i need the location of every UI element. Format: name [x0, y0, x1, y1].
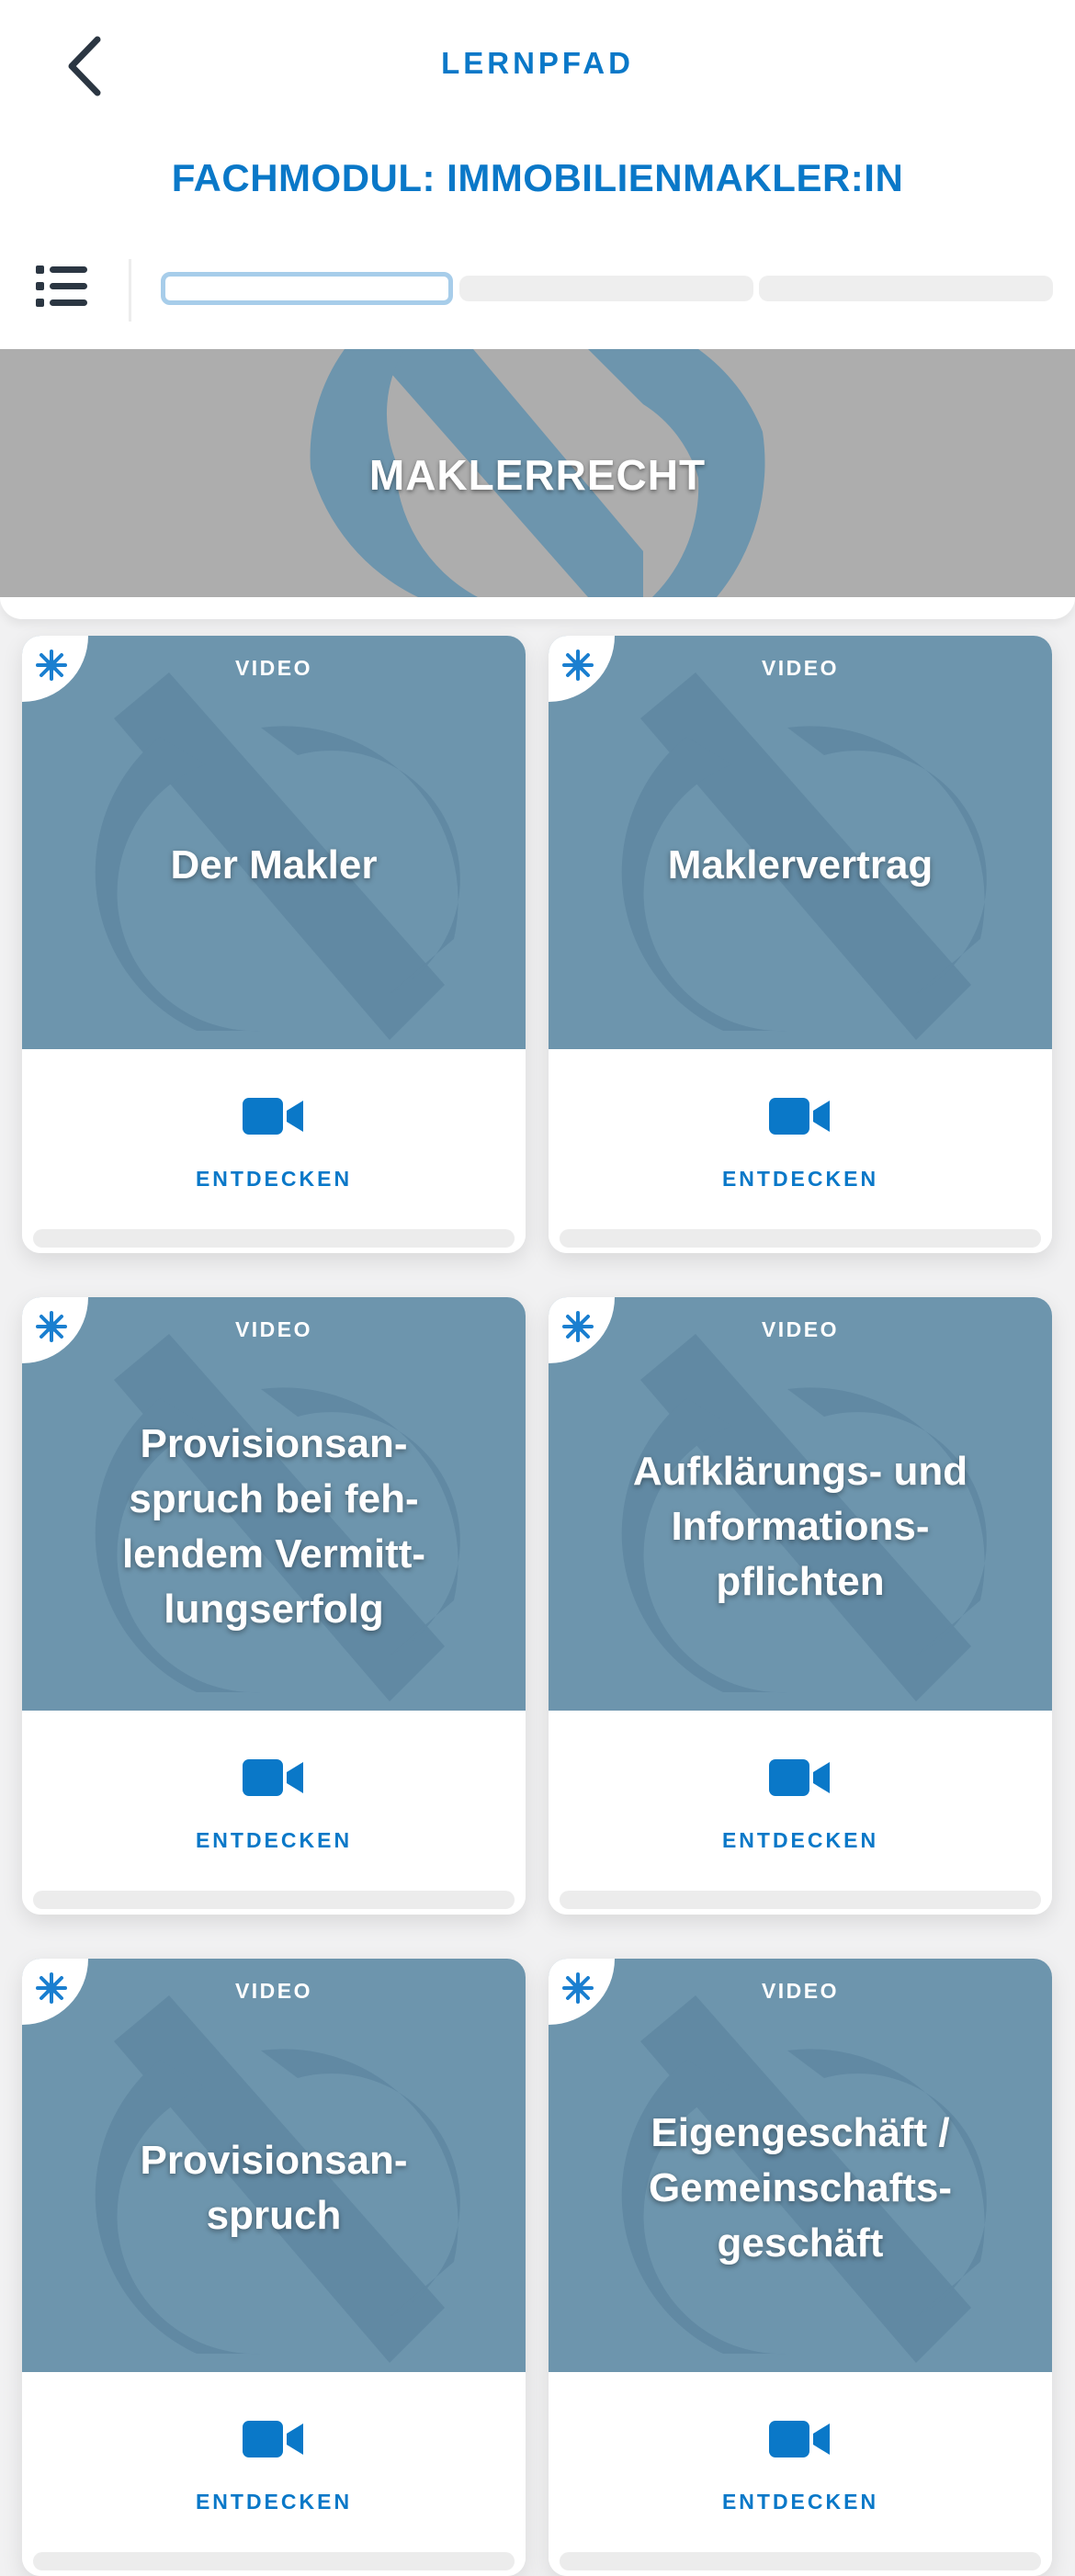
toolbar-divider	[129, 259, 131, 322]
discover-button[interactable]: ENTDECKEN	[549, 2490, 1052, 2514]
section-header-shadow	[0, 597, 1075, 619]
progress-segment-1[interactable]	[161, 272, 453, 305]
card-footer: ENTDECKEN	[22, 1711, 526, 1915]
discover-button[interactable]: ENTDECKEN	[22, 1828, 526, 1853]
card-title: Eigengeschäft / Gemeinschafts- geschäft	[648, 2110, 953, 2265]
card-progress-bar	[560, 1229, 1041, 1248]
video-card[interactable]: VIDEO Aufklärungs- und Informations- pfl…	[549, 1297, 1052, 1915]
card-cover: VIDEO Der Makler	[22, 636, 526, 1049]
video-camera-icon	[243, 1098, 303, 1135]
discover-button[interactable]: ENTDECKEN	[22, 1167, 526, 1192]
section-header: MAKLERRECHT	[0, 349, 1075, 597]
discover-button[interactable]: ENTDECKEN	[549, 1828, 1052, 1853]
card-type-badge: VIDEO	[761, 1979, 840, 2003]
section-title: MAKLERRECHT	[368, 451, 707, 499]
card-title: Der Makler	[170, 842, 378, 887]
card-cover: VIDEO Eigengeschäft / Gemeinschafts- ges…	[549, 1959, 1052, 2372]
card-progress-bar	[33, 1229, 515, 1248]
card-footer: ENTDECKEN	[22, 2372, 526, 2576]
card-progress-bar	[33, 2552, 515, 2570]
card-progress-bar	[33, 1891, 515, 1909]
module-title: FACHMODUL: IMMOBILIENMAKLER:IN	[171, 156, 904, 199]
video-card[interactable]: VIDEO Eigengeschäft / Gemeinschafts- ges…	[549, 1959, 1052, 2576]
video-card[interactable]: VIDEO Provisionsan- spruch ENTDECKEN	[22, 1959, 526, 2576]
card-cover: VIDEO Maklervertrag	[549, 636, 1052, 1049]
card-type-badge: VIDEO	[234, 1979, 313, 2003]
video-camera-icon	[769, 1759, 830, 1796]
card-title: Provisionsan- spruch bei feh- lendem Ver…	[121, 1421, 426, 1632]
video-card[interactable]: VIDEO Der Makler ENTDECKEN	[22, 636, 526, 1253]
video-card[interactable]: VIDEO Maklervertrag ENTDECKEN	[549, 636, 1052, 1253]
video-card[interactable]: VIDEO Provisionsan- spruch bei feh- lend…	[22, 1297, 526, 1915]
progress-segment-3[interactable]	[759, 276, 1053, 301]
card-footer: ENTDECKEN	[22, 1049, 526, 1253]
card-type-badge: VIDEO	[761, 1317, 840, 1341]
discover-button[interactable]: ENTDECKEN	[22, 2490, 526, 2514]
card-type-badge: VIDEO	[234, 1317, 313, 1341]
discover-button[interactable]: ENTDECKEN	[549, 1167, 1052, 1192]
list-icon	[36, 266, 87, 307]
card-cover: VIDEO Aufklärungs- und Informations- pfl…	[549, 1297, 1052, 1711]
video-camera-icon	[243, 2421, 303, 2457]
card-title: Aufklärungs- und Informations- pflichten	[632, 1449, 968, 1604]
card-cover: VIDEO Provisionsan- spruch	[22, 1959, 526, 2372]
list-toggle-button[interactable]	[28, 257, 96, 316]
card-title: Maklervertrag	[667, 842, 934, 887]
card-cover: VIDEO Provisionsan- spruch bei feh- lend…	[22, 1297, 526, 1711]
video-camera-icon	[243, 1759, 303, 1796]
card-type-badge: VIDEO	[234, 656, 313, 680]
card-footer: ENTDECKEN	[549, 2372, 1052, 2576]
card-title: Provisionsan- spruch	[140, 2138, 408, 2238]
card-footer: ENTDECKEN	[549, 1049, 1052, 1253]
video-camera-icon	[769, 1098, 830, 1135]
card-progress-bar	[560, 2552, 1041, 2570]
video-camera-icon	[769, 2421, 830, 2457]
card-footer: ENTDECKEN	[549, 1711, 1052, 1915]
progress-segment-2[interactable]	[459, 276, 753, 301]
top-bar: LERNPFAD FACHMODUL: IMMOBILIENMAKLER:IN	[0, 0, 1075, 349]
page-title: LERNPFAD	[441, 46, 634, 80]
card-progress-bar	[560, 1891, 1041, 1909]
card-type-badge: VIDEO	[761, 656, 840, 680]
